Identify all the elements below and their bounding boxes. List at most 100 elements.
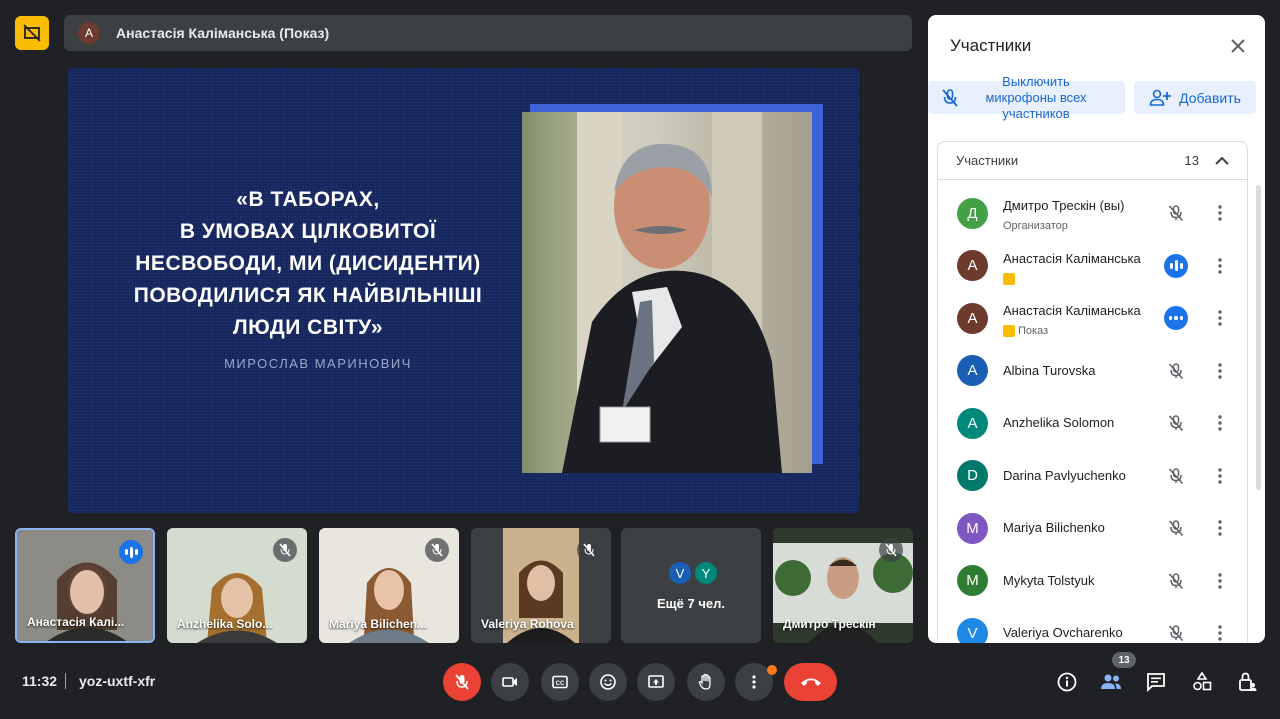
participants-count-badge: 13 bbox=[1112, 652, 1136, 668]
participants-section: Участники 13 Д Дмитро Трескін (вы) Организ… bbox=[937, 141, 1248, 643]
shapes-icon bbox=[1193, 671, 1212, 691]
more-participants-tile[interactable]: V Y Ещё 7 чел. bbox=[621, 528, 761, 643]
raise-hand-button[interactable] bbox=[687, 663, 725, 701]
participant-role-text: Организатор bbox=[1003, 220, 1068, 232]
mute-all-button[interactable]: Выключить микрофоны всех участников bbox=[928, 74, 1125, 121]
tile-name: Anzhelika Solo... bbox=[177, 617, 273, 631]
mic-toggle-button[interactable] bbox=[443, 663, 481, 701]
meeting-info-button[interactable] bbox=[1052, 667, 1082, 697]
mic-off-icon[interactable] bbox=[1164, 359, 1188, 383]
camera-icon bbox=[502, 677, 517, 687]
mic-off-icon bbox=[455, 674, 469, 690]
speaking-indicator-icon[interactable] bbox=[1164, 253, 1188, 278]
avatar: V bbox=[667, 560, 693, 586]
hangup-icon bbox=[800, 678, 821, 686]
participant-tile[interactable]: Mariya Bilichen... bbox=[319, 528, 459, 643]
participant-row[interactable]: Д Дмитро Трескін (вы) Организатор bbox=[938, 187, 1249, 239]
avatar: Y bbox=[693, 560, 719, 586]
presenter-label: Анастасія Каліманська (Показ) bbox=[116, 25, 330, 41]
add-people-label: Добавить bbox=[1179, 89, 1241, 106]
presenter-bar: A Анастасія Каліманська (Показ) bbox=[64, 15, 912, 51]
more-vertical-icon[interactable] bbox=[1215, 464, 1225, 488]
mic-off-icon[interactable] bbox=[1164, 569, 1188, 593]
mic-off-icon[interactable] bbox=[1164, 516, 1188, 540]
shared-screen: «В ТАБОРАХ, В УМОВАХ ЦІЛКОВИТОЇ НЕСВОБОД… bbox=[68, 68, 859, 513]
more-vertical-icon[interactable] bbox=[1215, 569, 1225, 593]
mic-off-icon[interactable] bbox=[1164, 464, 1188, 488]
close-panel-button[interactable] bbox=[1227, 35, 1249, 57]
participant-row[interactable]: D Darina Pavlyuchenko bbox=[938, 450, 1249, 502]
participant-avatar: A bbox=[957, 407, 988, 439]
panel-title: Участники bbox=[950, 36, 1032, 55]
mic-off-icon bbox=[577, 538, 601, 562]
person-add-icon bbox=[1149, 89, 1172, 106]
participant-row[interactable]: M Mykyta Tolstyuk bbox=[938, 555, 1249, 607]
participants-button[interactable] bbox=[1096, 667, 1126, 697]
section-header[interactable]: Участники 13 bbox=[938, 142, 1247, 180]
present-screen-button[interactable] bbox=[637, 663, 675, 701]
more-vertical-icon[interactable] bbox=[1215, 411, 1225, 435]
participant-avatar: D bbox=[957, 460, 988, 491]
participant-row[interactable]: M Mariya Bilichenko bbox=[938, 502, 1249, 554]
participant-name: Дмитро Трескін (вы) bbox=[1003, 198, 1125, 213]
tile-name: Valeriya Rohova bbox=[481, 617, 574, 631]
participant-name: Анастасія Каліманська bbox=[1003, 250, 1141, 266]
activities-button[interactable] bbox=[1187, 667, 1217, 697]
leave-call-button[interactable] bbox=[784, 663, 837, 701]
participant-row[interactable]: А Анастасія Каліманська Показ bbox=[938, 292, 1249, 344]
participant-role-text: Показ bbox=[1018, 325, 1049, 337]
participant-name: Albina Turovska bbox=[1003, 362, 1096, 378]
participant-name: Mykyta Tolstyuk bbox=[1003, 572, 1095, 588]
section-label: Участники bbox=[956, 153, 1019, 168]
more-vertical-icon[interactable] bbox=[1215, 254, 1225, 278]
more-vertical-icon[interactable] bbox=[1215, 201, 1225, 225]
reactions-button[interactable] bbox=[589, 663, 627, 701]
lock-person-icon bbox=[1239, 672, 1257, 691]
chevron-up-icon bbox=[1215, 156, 1229, 165]
add-people-button[interactable]: Добавить bbox=[1134, 81, 1256, 114]
chat-button[interactable] bbox=[1141, 667, 1171, 697]
more-vertical-icon[interactable] bbox=[1215, 359, 1225, 383]
tile-name: Дмитро Трескін bbox=[783, 617, 876, 631]
participant-role bbox=[1003, 272, 1018, 285]
participant-tile[interactable]: Anzhelika Solo... bbox=[167, 528, 307, 643]
host-controls-button[interactable] bbox=[1232, 667, 1262, 697]
quote-line: ПОВОДИЛИСЯ ЯК НАЙВІЛЬНІШІ bbox=[133, 284, 483, 307]
mic-off-icon bbox=[879, 538, 903, 562]
captions-button[interactable]: CC bbox=[541, 663, 579, 701]
participant-row[interactable]: A Anzhelika Solomon bbox=[938, 397, 1249, 449]
close-icon bbox=[1231, 39, 1245, 53]
more-vertical-icon[interactable] bbox=[1215, 516, 1225, 540]
mic-off-icon bbox=[942, 88, 958, 107]
participant-avatar: A bbox=[957, 355, 988, 386]
participant-row[interactable]: V Valeriya Ovcharenko bbox=[938, 607, 1249, 643]
participant-tile[interactable]: Valeriya Rohova bbox=[471, 528, 611, 643]
participant-tile[interactable]: Анастасія Калі... bbox=[15, 528, 155, 643]
participant-row[interactable]: A Albina Turovska bbox=[938, 345, 1249, 397]
mic-off-icon[interactable] bbox=[1164, 621, 1188, 643]
mic-off-icon[interactable] bbox=[1164, 411, 1188, 435]
presenting-indicator-icon[interactable] bbox=[1164, 306, 1188, 330]
emoji-icon bbox=[600, 674, 616, 690]
more-vertical-icon[interactable] bbox=[1215, 306, 1225, 330]
mic-off-icon[interactable] bbox=[1164, 201, 1188, 225]
participant-row[interactable]: А Анастасія Каліманська bbox=[938, 240, 1249, 292]
presenter-avatar: A bbox=[78, 22, 100, 44]
more-vertical-icon[interactable] bbox=[1215, 621, 1225, 643]
svg-text:CC: CC bbox=[556, 681, 565, 687]
mute-all-label: Выключить микрофоны всех участников bbox=[985, 73, 1087, 121]
tile-name: Mariya Bilichen... bbox=[329, 617, 428, 631]
slide-quote: «В ТАБОРАХ, В УМОВАХ ЦІЛКОВИТОЇ НЕСВОБОД… bbox=[88, 184, 528, 344]
scrollbar[interactable] bbox=[1256, 185, 1261, 490]
camera-toggle-button[interactable] bbox=[491, 663, 529, 701]
notification-dot bbox=[767, 665, 777, 675]
more-participants-label: Ещё 7 чел. bbox=[657, 596, 725, 611]
quote-line: НЕСВОБОДИ, МИ (ДИСИДЕНТИ) bbox=[135, 252, 481, 275]
people-icon bbox=[1101, 674, 1121, 689]
hand-icon bbox=[698, 673, 711, 690]
participant-avatar: Д bbox=[957, 197, 988, 229]
presentation-icon[interactable] bbox=[15, 16, 49, 50]
info-icon bbox=[1057, 672, 1077, 692]
chat-icon bbox=[1147, 673, 1165, 693]
participant-tile[interactable]: Дмитро Трескін bbox=[773, 528, 913, 643]
